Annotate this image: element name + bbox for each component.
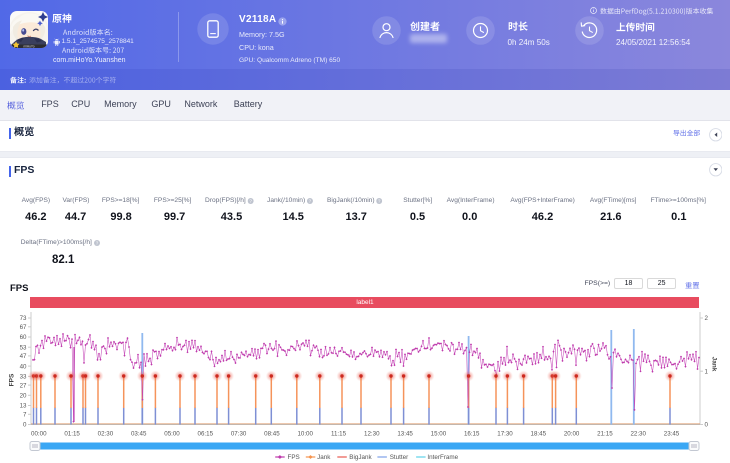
svg-text:23:45: 23:45 [664,431,680,438]
svg-text:Jank: Jank [711,357,718,372]
svg-text:22:30: 22:30 [630,431,646,438]
svg-text:06:15: 06:15 [198,431,214,438]
svg-text:20:00: 20:00 [564,431,580,438]
svg-text:03:45: 03:45 [131,431,147,438]
svg-text:12:30: 12:30 [364,431,380,438]
svg-text:2: 2 [705,315,709,322]
svg-text:33: 33 [20,374,27,381]
svg-text:47: 47 [20,353,27,360]
svg-text:08:45: 08:45 [264,431,280,438]
svg-text:1: 1 [705,368,709,375]
svg-text:FPS: FPS [9,373,16,386]
svg-text:miHoYo: miHoYo [23,45,34,48]
svg-text:BigJank: BigJank [349,454,372,461]
svg-text:17:30: 17:30 [497,431,513,438]
svg-text:21:15: 21:15 [597,431,613,438]
svg-text:40: 40 [20,363,27,370]
svg-text:7: 7 [23,412,27,419]
svg-text:67: 67 [20,324,27,331]
svg-text:Stutter: Stutter [390,454,409,461]
svg-text:07:30: 07:30 [231,431,247,438]
svg-text:00:00: 00:00 [31,431,47,438]
svg-text:73: 73 [20,315,27,322]
svg-text:13: 13 [20,403,27,410]
svg-text:20: 20 [20,393,27,400]
svg-text:27: 27 [20,382,27,389]
svg-text:10:00: 10:00 [297,431,313,438]
svg-text:18:45: 18:45 [531,431,547,438]
svg-text:Jank: Jank [317,454,331,461]
svg-text:0: 0 [23,422,27,429]
svg-text:13:45: 13:45 [397,431,413,438]
svg-text:FPS: FPS [288,454,300,461]
svg-text:53: 53 [20,344,27,351]
svg-text:05:00: 05:00 [164,431,180,438]
svg-text:01:15: 01:15 [64,431,80,438]
svg-text:60: 60 [20,334,27,341]
svg-text:16:15: 16:15 [464,431,480,438]
svg-text:11:15: 11:15 [331,431,347,438]
svg-text:15:00: 15:00 [431,431,447,438]
svg-text:0: 0 [705,422,709,429]
svg-text:InterFrame: InterFrame [427,454,458,461]
svg-text:02:30: 02:30 [98,431,114,438]
